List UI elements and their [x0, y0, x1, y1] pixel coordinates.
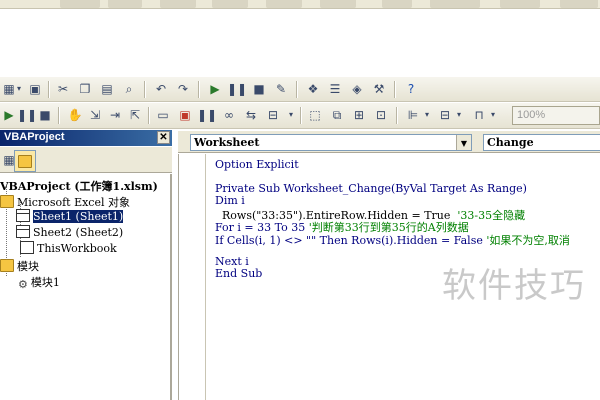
code-comment: '如果不为空,取消 [486, 234, 570, 247]
group-icon[interactable]: ⧉ [328, 106, 346, 124]
size-icon[interactable]: ⊞ [350, 106, 368, 124]
watermark: 软件技巧 [442, 266, 586, 306]
distribute-icon[interactable]: ⊓ [470, 106, 488, 124]
tree-item-project[interactable]: VBAProject (工作簿1.xlsm) [0, 178, 158, 193]
tree-item-sheet1[interactable]: Sheet1 (Sheet1) [16, 209, 124, 224]
copy-icon[interactable]: ❐ [76, 80, 94, 98]
tree-item-modules[interactable]: 模块 [0, 258, 39, 273]
code-line-option: Option Explicit [215, 158, 299, 171]
undo-icon[interactable]: ↶ [152, 80, 170, 98]
code-line-if: If Cells(i, 1) <> "" Then Rows(i).Hidden… [215, 234, 570, 247]
edit-toolbar: ▶ ❚❚ ■ ✋ ⇲ ⇥ ⇱ ▭ ▣ ❚❚ ∞ ⇆ ⊟ ▾ ⬚ ⧉ ⊞ ⊡ ⊫ … [0, 103, 600, 129]
comment-icon[interactable]: ⊟ [264, 106, 282, 124]
locals-icon[interactable]: ▭ [154, 106, 172, 124]
close-icon[interactable]: ✕ [157, 131, 170, 144]
design-mode-icon[interactable]: ✎ [272, 80, 290, 98]
chevron-down-icon[interactable]: ▼ [456, 135, 471, 150]
call-stack-icon[interactable]: ⇆ [242, 106, 260, 124]
project-explorer-title: VBAProject [4, 131, 65, 143]
immediate-icon[interactable]: ▣ [176, 106, 194, 124]
project-explorer-toolbar: ▦ [0, 147, 172, 173]
project-explorer-icon[interactable]: ❖ [304, 80, 322, 98]
align-left-icon[interactable]: ⊫ [404, 106, 422, 124]
procedure-dropdown[interactable]: Change [483, 134, 600, 151]
step-out-icon[interactable]: ⇱ [126, 106, 144, 124]
code-window-header: Worksheet ▼ Change [178, 131, 600, 153]
break-icon[interactable]: ❚❚ [227, 80, 247, 98]
watch-icon[interactable]: ❚❚ [197, 106, 217, 124]
project-tree: VBAProject (工作簿1.xlsm) Microsoft Excel 对… [0, 174, 172, 400]
distribute-dropdown-icon[interactable]: ▾ [488, 106, 498, 124]
sheet-icon [16, 225, 30, 238]
toolbar-options-icon[interactable]: ▾ [286, 106, 296, 124]
code-line-sub-header: Private Sub Worksheet_Change(ByVal Targe… [215, 182, 527, 195]
folder-icon [0, 259, 14, 272]
folder-icon [0, 195, 14, 208]
find-icon[interactable]: ⌕ [120, 80, 138, 98]
tree-item-thisworkbook[interactable]: ThisWorkbook [20, 241, 117, 256]
toggle-folders-icon[interactable] [14, 150, 36, 172]
save-icon[interactable]: ▣ [26, 80, 44, 98]
run-icon[interactable]: ▶ [206, 80, 224, 98]
order-dropdown-icon[interactable]: ▾ [454, 106, 464, 124]
tree-item-module1[interactable]: ⚙ 模块1 [18, 274, 60, 291]
object-browser-icon[interactable]: ◈ [348, 80, 366, 98]
sheet-icon [16, 209, 30, 222]
project-explorer-title-bar: VBAProject ✕ [0, 130, 172, 146]
align-icon[interactable]: ⬚ [306, 106, 324, 124]
code-margin [179, 154, 206, 400]
reset-icon[interactable]: ■ [250, 80, 268, 98]
properties-icon[interactable]: ☰ [326, 80, 344, 98]
center-icon[interactable]: ⊡ [372, 106, 390, 124]
order-icon[interactable]: ⊟ [436, 106, 454, 124]
cut-icon[interactable]: ✂ [54, 80, 72, 98]
paste-icon[interactable]: ▤ [98, 80, 116, 98]
hand-icon[interactable]: ✋ [66, 106, 84, 124]
step-into-icon[interactable]: ⇲ [86, 106, 104, 124]
zoom-input[interactable]: 100% [512, 106, 600, 125]
align-dropdown-icon[interactable]: ▾ [422, 106, 432, 124]
workbook-icon [20, 241, 34, 254]
toolbox-icon[interactable]: ⚒ [370, 80, 388, 98]
object-dropdown[interactable]: Worksheet ▼ [190, 134, 472, 151]
insert-dropdown-icon[interactable]: ▾ [14, 80, 24, 98]
code-line-end-sub: End Sub [215, 267, 263, 280]
tree-item-excel-objects[interactable]: Microsoft Excel 对象 [0, 194, 130, 209]
run-sub-icon[interactable]: ▶ [0, 106, 18, 124]
menu-bar [0, 0, 600, 9]
stop-icon[interactable]: ■ [36, 106, 54, 124]
quick-watch-icon[interactable]: ∞ [220, 106, 238, 124]
redo-icon[interactable]: ↷ [174, 80, 192, 98]
step-over-icon[interactable]: ⇥ [106, 106, 124, 124]
standard-toolbar: ▦ ▾ ▣ ✂ ❐ ▤ ⌕ ↶ ↷ ▶ ❚❚ ■ ✎ ❖ ☰ ◈ ⚒ ? [0, 77, 600, 102]
help-icon[interactable]: ? [402, 80, 420, 98]
pause-icon[interactable]: ❚❚ [17, 106, 37, 124]
tree-item-sheet2[interactable]: Sheet2 (Sheet2) [16, 225, 123, 240]
code-line-dim: Dim i [215, 194, 245, 207]
module-icon: ⚙ [18, 278, 28, 291]
